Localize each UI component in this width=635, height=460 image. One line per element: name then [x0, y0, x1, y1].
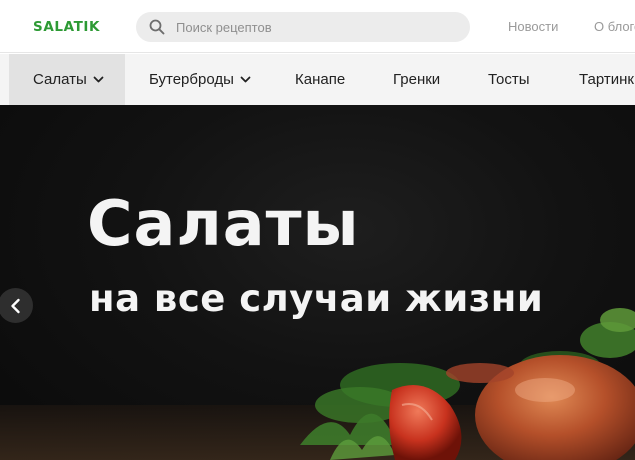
menu-item-croutons[interactable]: Гренки [393, 54, 440, 105]
news-link[interactable]: Новости [508, 19, 558, 34]
chevron-down-icon [93, 76, 104, 83]
hero-banner: Салаты на все случаи жизни [0, 105, 635, 460]
menu-item-label: Гренки [393, 71, 441, 88]
top-bar: SALATIK Новости О блоге [0, 0, 635, 53]
search-icon [149, 19, 165, 35]
menu-item-label: Тартинки [579, 71, 635, 88]
menu-item-salads[interactable]: Салаты [9, 54, 125, 105]
search-input[interactable] [176, 12, 456, 42]
hero-subtitle: на все случаи жизни [89, 277, 544, 320]
menu-item-tartines[interactable]: Тартинки [579, 54, 635, 105]
chevron-left-icon [10, 298, 20, 313]
chevron-down-icon [240, 76, 251, 83]
menu-item-canape[interactable]: Канапе [295, 54, 345, 105]
hero-title: Салаты [87, 187, 360, 260]
search-bar[interactable] [136, 12, 470, 42]
menu-item-label: Салаты [33, 71, 87, 88]
menu-item-label: Тосты [488, 71, 530, 88]
logo[interactable]: SALATIK [33, 19, 100, 35]
menu-item-label: Бутерброды [149, 71, 234, 88]
menu-item-label: Канапе [295, 71, 346, 88]
category-menu: Салаты Бутерброды Канапе Гренки Тосты Та… [0, 54, 635, 105]
menu-item-sandwiches[interactable]: Бутерброды [149, 54, 251, 105]
about-blog-link[interactable]: О блоге [594, 19, 635, 34]
menu-item-toasts[interactable]: Тосты [488, 54, 529, 105]
